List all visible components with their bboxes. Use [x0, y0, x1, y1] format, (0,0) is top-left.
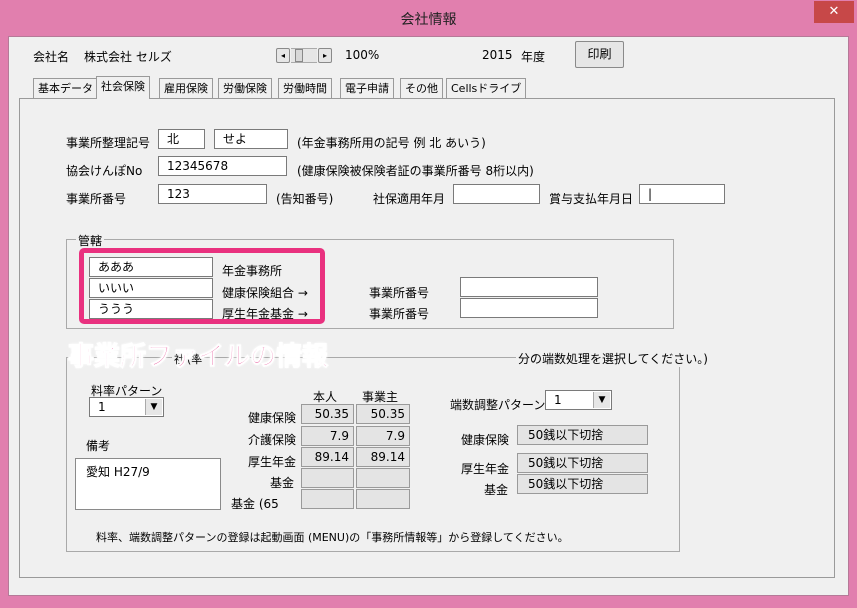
shaho-date-label: 社保適用年月 — [373, 192, 446, 206]
office-number-field[interactable]: 123 — [158, 184, 267, 204]
kyokai-note: (健康保険被保険者証の事業所番号 8桁以内) — [297, 164, 534, 178]
zoom-decrease-button[interactable]: ◂ — [276, 48, 290, 63]
year-label: 年度 — [521, 50, 546, 64]
column-self-header: 本人 — [313, 390, 338, 404]
office-code-field-1[interactable]: 北 — [158, 129, 205, 149]
tab-basic-data[interactable]: 基本データ — [33, 78, 98, 98]
chevron-down-icon[interactable]: ▼ — [145, 399, 162, 415]
rounding-pattern-label: 端数調整パターン — [450, 398, 546, 412]
footer-note: 料率、端数調整パターンの登録は起動画面 (MENU)の「事務所情報等」から登録し… — [96, 531, 569, 544]
rate-employer-cell[interactable]: 89.14 — [356, 447, 410, 467]
year-value: 2015 — [482, 48, 513, 62]
union-office-number-field[interactable] — [460, 277, 598, 297]
rate-employer-cell[interactable] — [356, 489, 410, 509]
rate-pattern-value: 1 — [98, 400, 106, 414]
chevron-down-icon[interactable]: ▼ — [593, 392, 610, 408]
zoom-scrollbar-track[interactable] — [291, 48, 317, 63]
zoom-level: 100% — [345, 48, 380, 62]
tab-e-application[interactable]: 電子申請 — [340, 78, 394, 98]
rounding-pattern-value: 1 — [554, 393, 562, 407]
rate-self-cell[interactable]: 89.14 — [301, 447, 354, 467]
fund-office-number-label: 事業所番号 — [369, 307, 430, 321]
remarks-textarea[interactable]: 愛知 H27/9 — [75, 458, 221, 510]
rate-self-cell[interactable] — [301, 468, 354, 488]
close-button[interactable]: ✕ — [814, 1, 854, 23]
rounding-row-label: 厚生年金 — [461, 462, 510, 476]
tab-employment-insurance[interactable]: 雇用保険 — [159, 78, 213, 98]
overlay-caption: 事業所ファイルの情報 — [67, 342, 329, 373]
rounding-value[interactable]: 50銭以下切捨 — [517, 425, 648, 445]
remarks-value: 愛知 H27/9 — [86, 465, 150, 479]
union-office-number-label: 事業所番号 — [369, 286, 430, 300]
rate-pattern-select[interactable]: 1 ▼ — [89, 397, 164, 417]
rate-row-label: 健康保険 — [248, 411, 297, 425]
tab-labor-insurance[interactable]: 労働保険 — [218, 78, 272, 98]
office-number-label: 事業所番号 — [66, 192, 127, 206]
column-employer-header: 事業主 — [362, 390, 399, 404]
kyokai-number-field[interactable]: 12345678 — [158, 156, 287, 176]
rate-employer-cell[interactable]: 50.35 — [356, 404, 410, 424]
rounding-value[interactable]: 50銭以下切捨 — [517, 453, 648, 473]
rate-employer-cell[interactable]: 7.9 — [356, 426, 410, 446]
rates-group-title: 分の端数処理を選択してください。) — [516, 350, 710, 367]
office-code-field-2[interactable]: せよ — [214, 129, 288, 149]
zoom-scrollbar-thumb[interactable] — [295, 49, 303, 62]
office-code-note: (年金事務所用の記号 例 北 あいう) — [297, 136, 486, 150]
rounding-row-label: 健康保険 — [461, 433, 510, 447]
remarks-label: 備考 — [86, 439, 111, 453]
rounding-pattern-select[interactable]: 1 ▼ — [545, 390, 612, 410]
tab-social-insurance[interactable]: 社会保険 — [96, 76, 150, 99]
rate-self-cell[interactable]: 50.35 — [301, 404, 354, 424]
company-label: 会社名 — [33, 50, 70, 64]
fund-office-number-field[interactable] — [460, 298, 598, 318]
shaho-date-field[interactable] — [453, 184, 540, 204]
rate-row-label: 基金 (65 — [231, 497, 279, 511]
window-title: 会社情報 — [400, 12, 457, 28]
tab-cells-drive[interactable]: Cellsドライブ — [446, 78, 527, 98]
highlight-frame — [79, 248, 325, 324]
rate-row-label: 介護保険 — [248, 433, 297, 447]
window-edge — [849, 36, 857, 596]
rate-employer-cell[interactable] — [356, 468, 410, 488]
rate-row-label: 基金 — [270, 476, 295, 490]
office-code-label: 事業所整理記号 — [66, 136, 151, 150]
rate-self-cell[interactable] — [301, 489, 354, 509]
rounding-row-label: 基金 — [484, 483, 509, 497]
print-button[interactable]: 印刷 — [575, 41, 624, 68]
office-number-note: (告知番号) — [276, 192, 334, 206]
tab-working-hours[interactable]: 労働時間 — [278, 78, 332, 98]
rate-self-cell[interactable]: 7.9 — [301, 426, 354, 446]
company-name: 株式会社 セルズ — [84, 50, 172, 64]
kyokai-label: 協会けんぽNo — [66, 164, 143, 178]
rate-row-label: 厚生年金 — [248, 455, 297, 469]
jurisdiction-title: 管轄 — [76, 232, 105, 249]
bonus-date-label: 賞与支払年月日 — [549, 192, 634, 206]
rounding-value[interactable]: 50銭以下切捨 — [517, 474, 648, 494]
tab-other[interactable]: その他 — [400, 78, 443, 98]
zoom-increase-button[interactable]: ▸ — [318, 48, 332, 63]
bonus-date-field[interactable]: | — [639, 184, 725, 204]
